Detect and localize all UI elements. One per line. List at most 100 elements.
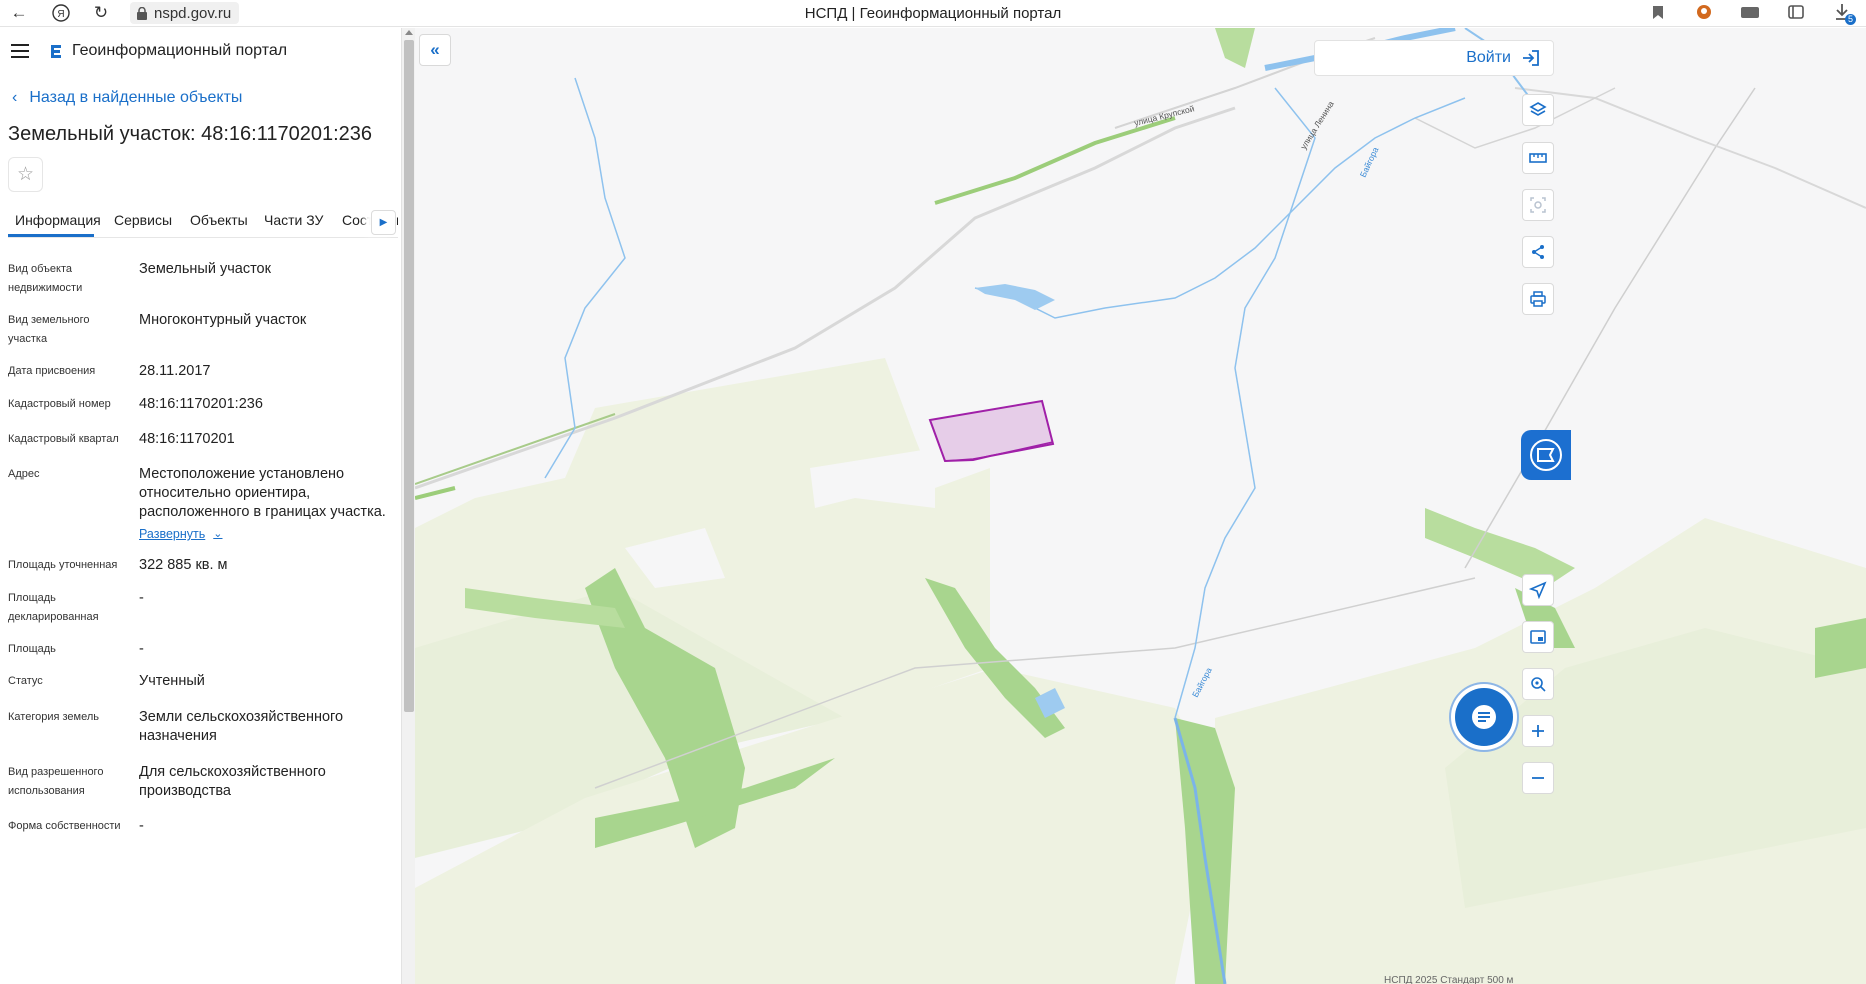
address-value: Местоположение установлено относительно … [139,465,397,544]
wallet-icon[interactable] [1740,2,1760,22]
chevron-down-icon: ⌄ [213,528,223,540]
menu-icon[interactable] [11,44,29,58]
forest [1815,618,1866,678]
page-title: НСПД | Геоинформационный портал [804,4,1062,22]
search-location-button[interactable] [1522,668,1554,700]
caret-right-icon: ▶ [379,217,388,228]
road-edge [934,116,1176,205]
chat-button[interactable] [1455,688,1513,746]
browser-toolbar: ← Я ↻ nspd.gov.ru НСПД | Геоинформационн… [0,0,1866,27]
zoom-in-icon [1532,725,1544,737]
search-location-icon [1531,677,1546,692]
info-tabs: Информация Сервисы Объекты Части ЗУ Сост… [8,206,398,238]
property-label: Площадь декларированная [8,592,99,623]
reload-icon[interactable]: ↻ [90,2,112,24]
print-icon [1530,291,1546,307]
panel-scrollbar[interactable] [401,28,415,984]
bookmark-icon[interactable] [1648,2,1668,22]
property-value: 322 885 кв. м [139,557,228,573]
property-value: Учтенный [139,673,205,689]
tab-objects[interactable]: Объекты [190,212,248,228]
portal-name: Геоинформационный портал [72,42,288,59]
extension-icon[interactable] [1694,2,1714,22]
property-value: Земельный участок [139,261,271,277]
map-layer: улица Крупской улица Ленина Байгора Байг… [415,28,1866,984]
river-label: Байгора [1358,145,1381,179]
property-value: Местоположение установлено относительно … [139,466,386,520]
property-label: Дата присвоения [8,365,96,377]
login-button[interactable]: Войти [1314,40,1554,76]
ruler-button[interactable] [1522,142,1554,174]
area-select-button[interactable] [1522,189,1554,221]
print-button[interactable] [1522,283,1554,315]
tabs-scroll-right-button[interactable]: ▶ [371,210,396,235]
property-label: Вид объекта недвижимости [8,263,83,294]
portal-header: Геоинформационный портал [0,28,401,76]
tab-more[interactable]: ы [396,212,398,228]
chat-icon [1472,705,1496,729]
scrollbar-thumb[interactable] [404,40,414,712]
sign-in-icon [1523,50,1539,66]
property-label: Статус [8,675,43,687]
login-label: Войти [1466,49,1511,66]
zoom-in-button[interactable] [1522,715,1554,747]
expand-address-link[interactable]: Развернуть ⌄ [139,525,397,544]
zoom-out-button[interactable] [1522,762,1554,794]
back-arrow-icon[interactable]: ← [8,2,30,24]
feedback-side-button[interactable] [1521,430,1571,480]
object-info-panel: Геоинформационный портал ‹ Назад в найде… [0,28,401,984]
property-value: Земли сельскохозяйственного назначения [139,709,344,744]
property-value: 28.11.2017 [139,363,211,379]
road [1514,87,1866,209]
geolocation-button[interactable] [1522,574,1554,606]
feedback-icon [1530,439,1562,471]
property-value: Многоконтурный участок [139,312,307,328]
downloads-badge: 5 [1845,14,1856,25]
share-icon [1532,245,1544,259]
url-text: nspd.gov.ru [154,4,232,22]
collections-icon[interactable] [1786,2,1806,22]
tab-parts[interactable]: Части ЗУ [264,212,323,228]
map-copyright: НСПД 2025 Стандарт 500 м [1384,975,1514,984]
yandex-icon[interactable]: Я [50,2,72,24]
property-label: Кадастровый номер [8,398,111,410]
back-link-label: Назад в найденные объекты [29,89,243,106]
property-label: Вид разрешенного использования [8,766,104,797]
property-label: Вид земельного участка [8,314,90,345]
geolocation-icon [1529,581,1547,599]
portal-logo-icon [51,45,61,58]
property-label: Площадь уточненная [8,559,118,571]
property-value: - [139,641,144,657]
share-button[interactable] [1522,236,1554,268]
layers-button[interactable] [1522,94,1554,126]
property-label: Адрес [8,468,40,480]
expand-label: Развернуть [139,527,206,541]
tab-information[interactable]: Информация [15,212,101,228]
property-value: Для сельскохозяйственного производства [139,764,326,799]
property-value: 48:16:1170201 [139,431,235,447]
river-baygora [1174,87,1316,719]
favorite-button[interactable]: ☆ [8,157,43,192]
star-icon: ☆ [16,164,35,185]
map-canvas[interactable]: улица Крупской улица Ленина Байгора Байг… [415,28,1866,984]
address-bar[interactable]: nspd.gov.ru [130,2,240,24]
collapse-panel-button[interactable]: « [419,34,451,66]
property-label: Площадь [8,643,56,655]
selected-parcel[interactable] [928,399,1055,463]
scroll-up-arrow-icon[interactable] [405,30,413,35]
object-title: Земельный участок: 48:16:1170201:236 [8,123,373,145]
road-edge [415,486,456,500]
layers-icon [1529,102,1547,116]
pond [975,284,1055,310]
property-label: Кадастровый квартал [8,433,119,445]
downloads-icon[interactable]: 5 [1832,2,1856,25]
property-label: Категория земель [8,711,99,723]
back-to-results-link[interactable]: ‹ Назад в найденные объекты [12,89,242,107]
minimap-button[interactable] [1522,621,1554,653]
lock-icon [137,6,147,20]
double-chevron-left-icon: « [430,40,440,59]
road [1464,87,1756,569]
river-label: Байгора [1190,666,1214,699]
tab-services[interactable]: Сервисы [114,212,172,228]
property-value: 48:16:1170201:236 [139,396,263,412]
